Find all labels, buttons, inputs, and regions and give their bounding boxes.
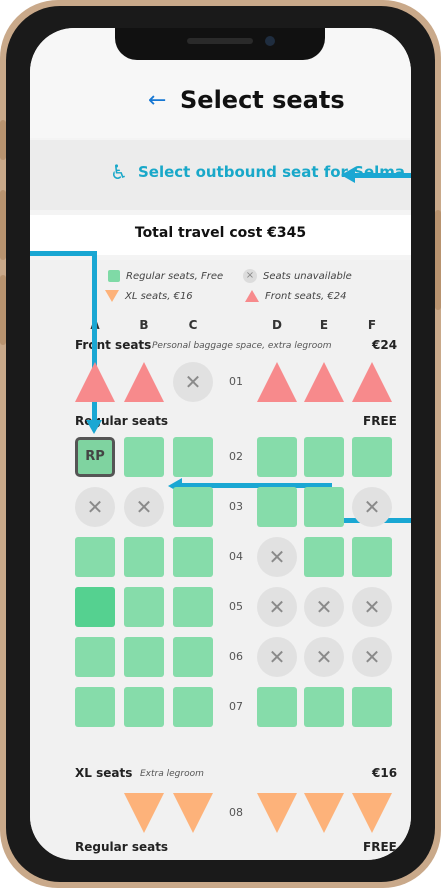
- seat-07-c[interactable]: [173, 687, 213, 727]
- row-number: 08: [229, 806, 243, 819]
- section-xl-title: XL seats: [75, 766, 133, 780]
- total-cost-bar: Total travel cost €345: [30, 215, 411, 255]
- annotation-arrow-line: [30, 251, 97, 256]
- seat-05-c[interactable]: [173, 587, 213, 627]
- seat-05-d: ✕: [257, 587, 297, 627]
- seat-07-b[interactable]: [124, 687, 164, 727]
- seat-03-a: ✕: [75, 487, 115, 527]
- section-regular-price: FREE: [363, 414, 397, 428]
- legend-unavailable-label: Seats unavailable: [263, 270, 352, 282]
- phone-side-button: [0, 275, 6, 345]
- seat-03-c[interactable]: [173, 487, 213, 527]
- seat-07-d[interactable]: [257, 687, 297, 727]
- seat-05-f: ✕: [352, 587, 392, 627]
- row-number: 02: [229, 450, 243, 463]
- seat-05-e: ✕: [304, 587, 344, 627]
- seat-06-e: ✕: [304, 637, 344, 677]
- annotation-arrow-head: [86, 420, 102, 434]
- seat-04-c[interactable]: [173, 537, 213, 577]
- seat-06-c[interactable]: [173, 637, 213, 677]
- legend-front: Front seats, €24: [245, 290, 346, 302]
- phone-side-button: [0, 120, 6, 160]
- column-letter-d: D: [272, 318, 282, 332]
- section-front-price: €24: [372, 338, 398, 352]
- seat-04-a[interactable]: [75, 537, 115, 577]
- front-seat-swatch: [245, 290, 259, 302]
- seat-map: Regular seats, Free × Seats unavailable …: [30, 251, 411, 860]
- seat-02-b[interactable]: [124, 437, 164, 477]
- seat-03-d[interactable]: [257, 487, 297, 527]
- legend-front-label: Front seats, €24: [265, 290, 347, 302]
- phone-screen: ← Select seats ♿ Select outbound seat fo…: [30, 28, 411, 860]
- section-xl-price: €16: [372, 766, 398, 780]
- seat-08-f[interactable]: [352, 793, 392, 833]
- seat-06-a[interactable]: [75, 637, 115, 677]
- arrow-left-icon[interactable]: ←: [148, 88, 166, 113]
- outbound-seat-text: Select outbound seat for Selma: [138, 163, 406, 181]
- camera: [265, 36, 275, 46]
- seat-07-a[interactable]: [75, 687, 115, 727]
- xl-seat-swatch: [105, 290, 119, 302]
- accessible-seat-icon: ♿: [110, 160, 128, 184]
- column-letter-c: C: [188, 318, 198, 332]
- seat-01-d[interactable]: [257, 362, 297, 402]
- seat-04-f[interactable]: [352, 537, 392, 577]
- seat-08-e[interactable]: [304, 793, 344, 833]
- seat-04-e[interactable]: [304, 537, 344, 577]
- seat-02-c[interactable]: [173, 437, 213, 477]
- seat-06-b[interactable]: [124, 637, 164, 677]
- legend-xl: XL seats, €16: [105, 290, 193, 302]
- seat-04-d: ✕: [257, 537, 297, 577]
- section-xl-subtitle: Extra legroom: [140, 769, 204, 779]
- annotation-arrow-line: [353, 173, 411, 178]
- regular-seat-swatch: [108, 270, 120, 282]
- seat-01-f[interactable]: [352, 362, 392, 402]
- seat-03-f: ✕: [352, 487, 392, 527]
- column-letter-e: E: [319, 318, 329, 332]
- legend-unavailable: × Seats unavailable: [243, 269, 352, 283]
- seat-07-e[interactable]: [304, 687, 344, 727]
- seat-02-e[interactable]: [304, 437, 344, 477]
- seat-08-b[interactable]: [124, 793, 164, 833]
- seat-07-f[interactable]: [352, 687, 392, 727]
- seat-08-d[interactable]: [257, 793, 297, 833]
- seat-03-b: ✕: [124, 487, 164, 527]
- seat-06-d: ✕: [257, 637, 297, 677]
- seat-02-a[interactable]: RP: [75, 437, 115, 477]
- seat-03-e[interactable]: [304, 487, 344, 527]
- speaker: [187, 38, 253, 44]
- seat-08-c[interactable]: [173, 793, 213, 833]
- seat-05-b[interactable]: [124, 587, 164, 627]
- phone-side-button: [435, 210, 441, 310]
- row-number: 04: [229, 550, 243, 563]
- legend-regular: Regular seats, Free: [108, 270, 223, 282]
- page-title: Select seats: [180, 86, 345, 114]
- legend-xl-label: XL seats, €16: [125, 290, 193, 302]
- legend-regular-label: Regular seats, Free: [126, 270, 224, 282]
- section-front-title: Front seats: [75, 338, 152, 352]
- row-number: 05: [229, 600, 243, 613]
- row-number: 07: [229, 700, 243, 713]
- column-letter-b: B: [139, 318, 149, 332]
- total-cost-text: Total travel cost €345: [134, 225, 307, 241]
- seat-06-f: ✕: [352, 637, 392, 677]
- seat-01-e[interactable]: [304, 362, 344, 402]
- section-regular2-price: FREE: [363, 840, 397, 854]
- row-number: 01: [229, 375, 243, 388]
- close-icon: ×: [243, 269, 257, 283]
- section-front-subtitle: Personal baggage space, extra legroom: [152, 341, 332, 351]
- seat-01-b[interactable]: [124, 362, 164, 402]
- seat-05-a[interactable]: [75, 587, 115, 627]
- seat-01-a[interactable]: [75, 362, 115, 402]
- row-number: 03: [229, 500, 243, 513]
- column-letter-f: F: [367, 318, 377, 332]
- phone-side-button: [0, 190, 6, 260]
- section-regular2-title: Regular seats: [75, 840, 169, 854]
- notch: [115, 28, 325, 60]
- row-number: 06: [229, 650, 243, 663]
- seat-04-b[interactable]: [124, 537, 164, 577]
- seat-02-f[interactable]: [352, 437, 392, 477]
- seat-02-d[interactable]: [257, 437, 297, 477]
- seat-01-c: ✕: [173, 362, 213, 402]
